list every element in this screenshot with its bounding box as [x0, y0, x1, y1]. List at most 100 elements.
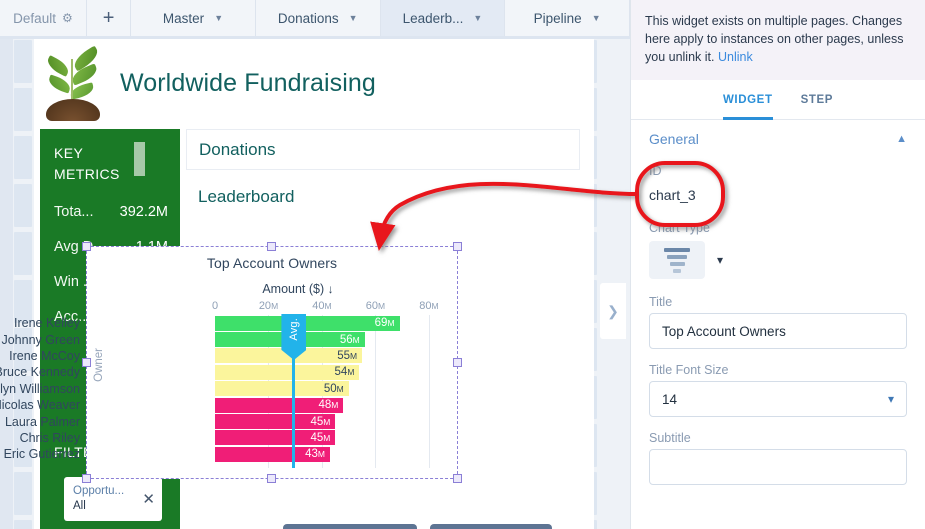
chevron-down-icon[interactable]: ▼: [349, 13, 358, 23]
dashboard-banner: Worldwide Fundraising: [34, 42, 580, 124]
page-tab-bar[interactable]: Default ⚙ + Master ▼ Donations ▼ Leaderb…: [0, 0, 630, 36]
title-input-value: Top Account Owners: [662, 323, 786, 339]
tab-pipeline[interactable]: Pipeline ▼: [505, 0, 630, 36]
horizontal-bar-chart-icon[interactable]: [649, 241, 705, 279]
chevron-down-icon[interactable]: ▼: [473, 13, 482, 23]
chart-bar-row[interactable]: Irene McCoy 55M: [9, 348, 457, 364]
bar-value-label: 56M: [339, 333, 360, 346]
chart-bar-row[interactable]: Nicolas Weaver 48M: [0, 397, 457, 413]
bar-category-label: Nicolas Weaver: [0, 398, 80, 413]
resize-handle-bottom-left[interactable]: [82, 474, 91, 483]
tab-step[interactable]: STEP: [801, 80, 833, 120]
bar[interactable]: 45M: [215, 414, 336, 430]
title-input[interactable]: Top Account Owners: [649, 313, 907, 349]
field-title: Title Top Account Owners: [631, 295, 925, 349]
chevron-down-icon[interactable]: ▼: [214, 13, 223, 23]
chart-bars[interactable]: Irene Kelley 69M Johnny Green 56M Irene McCo…: [0, 315, 457, 468]
tab-default-label: Default: [13, 10, 56, 26]
group-general-label: General: [649, 131, 699, 147]
close-icon[interactable]: ✕: [142, 490, 155, 508]
resize-handle-bottom-right[interactable]: [453, 474, 462, 483]
bar-value-label: 55M: [337, 349, 358, 362]
x-tick-label: 80M: [419, 300, 439, 312]
kpi-row-total[interactable]: Tota... 392.2M: [54, 204, 168, 220]
panel-tabs[interactable]: WIDGET STEP: [631, 80, 925, 120]
section-donations-label: Donations: [199, 139, 276, 159]
chart-bar-row[interactable]: Irene Kelley 69M: [14, 315, 457, 331]
chart-bar-row[interactable]: Laura Palmer 45M: [5, 413, 457, 430]
widget-action-toolbar[interactable]: ✎ 🗋 🗑 ⋯: [430, 524, 552, 529]
dashboard-page[interactable]: Worldwide Fundraising KEY METRICS Tota..…: [0, 39, 594, 529]
filter-chip-name: Opportu...: [73, 485, 125, 497]
tab-widget[interactable]: WIDGET: [723, 80, 773, 120]
subtitle-input[interactable]: [649, 449, 907, 485]
chart-average-reference-line[interactable]: Avg.: [281, 314, 307, 468]
kpi-label: Tota...: [54, 204, 94, 220]
gear-icon[interactable]: ⚙: [62, 11, 73, 25]
filter-chip-value: All: [73, 500, 86, 512]
resize-handle-top-right[interactable]: [453, 242, 462, 251]
bar[interactable]: 69M: [215, 315, 400, 331]
chevron-down-icon[interactable]: ▾: [717, 253, 723, 267]
bar-category-label: Eric Gutierrez: [3, 447, 80, 462]
kpi-value: 392.2M: [119, 204, 168, 220]
plus-icon: +: [102, 6, 115, 29]
x-tick-label: 40M: [312, 300, 332, 312]
resize-handle-bottom-center[interactable]: [267, 474, 276, 483]
bar[interactable]: 54M: [215, 364, 360, 380]
bar[interactable]: 43M: [215, 446, 330, 462]
section-donations[interactable]: Donations: [186, 129, 580, 170]
bar[interactable]: 45M: [215, 430, 336, 446]
widget-properties-panel[interactable]: This widget exists on multiple pages. Ch…: [630, 0, 925, 529]
bar[interactable]: 48M: [215, 397, 344, 413]
chart-x-axis-label[interactable]: Amount ($) ↓: [87, 282, 457, 296]
resize-handle-top-center[interactable]: [267, 242, 276, 251]
bar-category-label: Johnny Green: [1, 332, 80, 347]
bar-value-label: 54M: [334, 366, 355, 379]
bar-value-label: 45M: [310, 415, 331, 428]
add-page-button[interactable]: +: [86, 0, 132, 36]
tab-leaderboard-label: Leaderb...: [402, 10, 464, 26]
bar[interactable]: 50M: [215, 381, 349, 397]
tab-default[interactable]: Default ⚙: [0, 0, 87, 36]
panel-collapse-button[interactable]: ❯: [600, 283, 626, 339]
field-id-label: ID: [649, 164, 662, 178]
tab-master[interactable]: Master ▼: [131, 0, 256, 36]
section-leaderboard[interactable]: Leaderboard: [186, 176, 580, 217]
field-subtitle: Subtitle: [631, 431, 925, 485]
group-general[interactable]: General ▲: [631, 120, 925, 158]
chart-bar-row[interactable]: Chris Riley 45M: [20, 430, 457, 446]
move-add-button[interactable]: ✚ Move/Add ▼: [282, 524, 418, 529]
unlink-link[interactable]: Unlink: [718, 50, 753, 64]
chevron-down-icon[interactable]: ▼: [592, 13, 601, 23]
chevron-down-icon[interactable]: ▾: [888, 392, 894, 406]
key-metrics-heading: KEY METRICS: [54, 145, 120, 182]
pipeline-toolbar-row[interactable]: Pipeline ✚ Move/Add ▼ ✎ 🗋 🗑 ⋯: [186, 518, 580, 529]
tab-leaderboard[interactable]: Leaderb... ▼: [380, 0, 506, 36]
chart-bar-row[interactable]: Johnny Green 56M: [1, 331, 457, 348]
bar-value-label: 69M: [374, 317, 395, 330]
tab-donations[interactable]: Donations ▼: [255, 0, 381, 36]
chart-bar-row[interactable]: Eric Gutierrez 43M: [4, 446, 457, 462]
field-title-font-size: Title Font Size 14 ▾: [631, 363, 925, 417]
sort-descending-icon[interactable]: ↓: [328, 282, 334, 296]
linked-widget-notice: This widget exists on multiple pages. Ch…: [631, 0, 925, 80]
field-id: ID chart_3: [631, 164, 925, 203]
resize-handle-top-left[interactable]: [82, 242, 91, 251]
tab-pipeline-label: Pipeline: [533, 10, 582, 26]
title-font-size-select[interactable]: 14 ▾: [649, 381, 907, 417]
bar-value-label: 43M: [305, 448, 325, 461]
chart-bar-row[interactable]: Evelyn Williamson 50M: [0, 381, 457, 397]
chevron-up-icon[interactable]: ▲: [896, 133, 907, 145]
bar-category-label: Evelyn Williamson: [0, 381, 80, 396]
chart-plot-area[interactable]: Owner 0 20M 40M 60M 80M Irene Kelley 69M Johnn…: [0, 300, 457, 468]
dashboard-canvas[interactable]: Worldwide Fundraising KEY METRICS Tota..…: [0, 39, 630, 529]
filter-chip-opportunity[interactable]: Opportu... All ✕: [64, 477, 162, 521]
chart-bar-row[interactable]: Bruce Kennedy 54M: [0, 364, 457, 380]
chart-widget-selected[interactable]: Top Account Owners Amount ($) ↓ Owner 02…: [0, 242, 462, 483]
notice-text: This widget exists on multiple pages. Ch…: [645, 14, 904, 64]
content-column: Donations Leaderboard: [186, 129, 580, 217]
average-flag-label: Avg.: [287, 318, 300, 341]
field-title-font-size-label: Title Font Size: [649, 363, 729, 377]
chart-type-selector[interactable]: ▾: [631, 241, 925, 279]
